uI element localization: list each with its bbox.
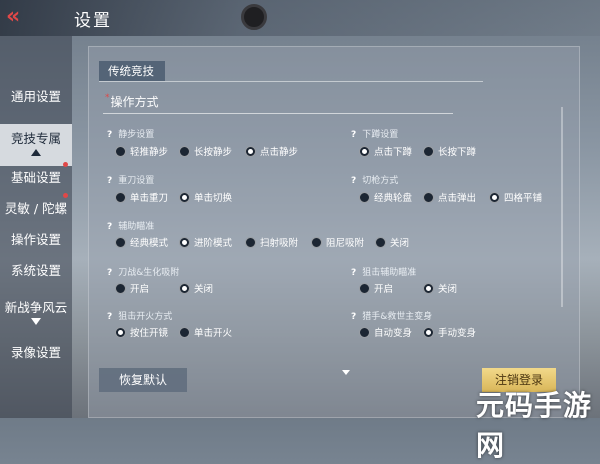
- help-icon: ?: [351, 130, 357, 140]
- radio-icon: [115, 192, 126, 203]
- settings-panel: 传统竞技 *操作方式 ? 静步设置 轻推静步 长按静步 点击静步 ? 下蹲设置 点击…: [88, 46, 580, 418]
- help-icon: ?: [107, 222, 113, 232]
- notification-dot: [63, 162, 68, 167]
- radio-icon: [423, 146, 434, 157]
- radio-icon: [311, 237, 322, 248]
- sidebar-item-general[interactable]: 通用设置: [0, 86, 72, 105]
- radio-icon: [115, 327, 126, 338]
- sidebar-item-sensitivity[interactable]: 灵敏 / 陀螺: [0, 198, 72, 217]
- sidebar-item-system[interactable]: 系统设置: [0, 260, 72, 279]
- sidebar: 通用设置 竞技专属 基础设置 灵敏 / 陀螺 操作设置 系统设置 新战争风云 录…: [0, 36, 72, 418]
- radio-option[interactable]: 手动变身: [423, 327, 476, 341]
- radio-option[interactable]: 按住开镜: [115, 327, 168, 341]
- option-title-weapon-switch: ? 切枪方式: [351, 176, 399, 186]
- reset-default-button[interactable]: 恢复默认: [99, 368, 187, 392]
- radio-icon: [423, 327, 434, 338]
- option-title-transform: ? 猎手&救世主变身: [351, 312, 433, 322]
- radio-icon: [245, 146, 256, 157]
- radio-icon: [115, 283, 126, 294]
- radio-option[interactable]: 经典轮盘: [359, 192, 412, 206]
- radio-icon: [359, 283, 370, 294]
- help-icon: ?: [351, 312, 357, 322]
- sidebar-item-replay[interactable]: 录像设置: [0, 342, 72, 361]
- top-bar: « 设置: [0, 0, 600, 36]
- option-title-sniper-assist: ? 狙击辅助瞄准: [351, 268, 417, 278]
- radio-icon: [423, 283, 434, 294]
- radio-option[interactable]: 关闭: [375, 237, 409, 251]
- scrollbar[interactable]: [561, 107, 563, 307]
- radio-icon: [359, 146, 370, 157]
- radio-icon: [179, 146, 190, 157]
- radio-option[interactable]: 扫射吸附: [245, 237, 298, 251]
- option-title-heavy-knife: ? 重刀设置: [107, 176, 155, 186]
- radio-icon: [179, 327, 190, 338]
- radio-option[interactable]: 长按下蹲: [423, 146, 476, 160]
- option-title-melee-snap: ? 刀战&生化吸附: [107, 268, 180, 278]
- help-icon: ?: [107, 130, 113, 140]
- sidebar-item-controls[interactable]: 操作设置: [0, 229, 72, 248]
- radio-icon: [179, 192, 190, 203]
- radio-option[interactable]: 自动变身: [359, 327, 412, 341]
- radio-icon: [359, 327, 370, 338]
- help-icon: ?: [107, 176, 113, 186]
- sidebar-item-competitive[interactable]: 竞技专属: [0, 124, 72, 166]
- radio-option[interactable]: 开启: [115, 283, 149, 297]
- radio-icon: [115, 237, 126, 248]
- divider: [99, 81, 483, 82]
- radio-option[interactable]: 进阶模式: [179, 237, 232, 251]
- page-title: 设置: [74, 11, 112, 31]
- radio-option[interactable]: 点击静步: [245, 146, 298, 160]
- radio-option[interactable]: 点击弹出: [423, 192, 476, 206]
- record-button[interactable]: [241, 4, 267, 30]
- help-icon: ?: [107, 312, 113, 322]
- section-title: *操作方式: [105, 93, 159, 109]
- radio-option[interactable]: 经典模式: [115, 237, 168, 251]
- radio-icon: [179, 237, 190, 248]
- option-title-quiet-step: ? 静步设置: [107, 130, 155, 140]
- radio-icon: [179, 283, 190, 294]
- radio-option[interactable]: 轻推静步: [115, 146, 168, 160]
- divider: [103, 113, 453, 114]
- radio-option[interactable]: 点击下蹲: [359, 146, 412, 160]
- radio-option[interactable]: 四格平铺: [489, 192, 542, 206]
- sidebar-item-new-war[interactable]: 新战争风云: [0, 297, 72, 325]
- watermark: 元码手游网: [476, 389, 593, 462]
- radio-option[interactable]: 关闭: [179, 283, 213, 297]
- radio-icon: [423, 192, 434, 203]
- radio-option[interactable]: 长按静步: [179, 146, 232, 160]
- back-chevrons-icon[interactable]: «: [6, 6, 34, 28]
- radio-option[interactable]: 阻尼吸附: [311, 237, 364, 251]
- help-icon: ?: [351, 268, 357, 278]
- option-title-aim-assist: ? 辅助瞄准: [107, 222, 155, 232]
- tab-traditional[interactable]: 传统竞技: [99, 61, 165, 81]
- radio-option[interactable]: 单击切换: [179, 192, 232, 206]
- notification-dot: [63, 193, 68, 198]
- radio-icon: [115, 146, 126, 157]
- radio-option[interactable]: 单击开火: [179, 327, 232, 341]
- radio-icon: [489, 192, 500, 203]
- radio-option[interactable]: 单击重刀: [115, 192, 168, 206]
- radio-icon: [245, 237, 256, 248]
- sidebar-item-basic[interactable]: 基础设置: [0, 167, 72, 186]
- radio-option[interactable]: 开启: [359, 283, 393, 297]
- radio-icon: [359, 192, 370, 203]
- help-icon: ?: [351, 176, 357, 186]
- caret-up-icon: [31, 149, 41, 156]
- radio-option[interactable]: 关闭: [423, 283, 457, 297]
- scroll-down-icon: [342, 370, 350, 375]
- option-title-sniper-fire: ? 狙击开火方式: [107, 312, 173, 322]
- option-title-crouch: ? 下蹲设置: [351, 130, 399, 140]
- help-icon: ?: [107, 268, 113, 278]
- caret-down-icon: [31, 318, 41, 325]
- radio-icon: [375, 237, 386, 248]
